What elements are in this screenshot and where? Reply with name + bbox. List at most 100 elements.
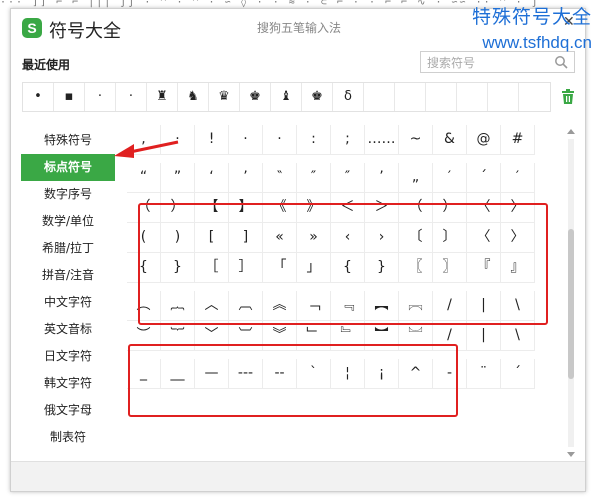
symbol-cell[interactable]: ` — [297, 359, 331, 389]
recent-symbol-cell[interactable] — [488, 83, 519, 111]
symbol-cell[interactable]: | — [467, 291, 501, 321]
symbol-cell[interactable]: 》 — [297, 193, 331, 223]
symbol-cell[interactable]: ［ — [195, 253, 229, 283]
sidebar-item[interactable]: 标点符号 — [21, 154, 115, 181]
symbol-cell[interactable]: ＞ — [365, 193, 399, 223]
search-input[interactable] — [421, 53, 541, 73]
recent-symbol-cell[interactable] — [426, 83, 457, 111]
search-box[interactable] — [420, 51, 575, 73]
symbol-cell[interactable]: \ — [501, 321, 535, 351]
recent-symbol-cell[interactable] — [457, 83, 488, 111]
symbol-cell[interactable]: 《 — [263, 193, 297, 223]
symbol-cell[interactable]: ︘ — [399, 321, 433, 351]
symbol-cell[interactable]: : — [297, 125, 331, 155]
symbol-cell[interactable]: ‶ — [263, 163, 297, 193]
recent-symbol-cell[interactable]: ♚ — [240, 83, 271, 111]
recent-symbol-cell[interactable]: · — [116, 83, 147, 111]
symbol-cell[interactable]: ＜ — [331, 193, 365, 223]
symbol-cell[interactable]: ″ — [297, 163, 331, 193]
symbol-cell[interactable]: ; — [331, 125, 365, 155]
symbol-cell[interactable]: › — [365, 223, 399, 253]
symbol-cell[interactable]: / — [433, 321, 467, 351]
symbol-cell[interactable]: （ — [399, 193, 433, 223]
recent-symbol-cell[interactable]: ♛ — [209, 83, 240, 111]
symbol-cell[interactable]: ︾ — [263, 321, 297, 351]
symbol-cell[interactable]: “ — [127, 163, 161, 193]
symbol-cell[interactable]: ︸ — [161, 321, 195, 351]
symbol-cell[interactable]: / — [433, 291, 467, 321]
symbol-cell[interactable]: # — [501, 125, 535, 155]
recent-symbol-cell[interactable]: ▪ — [54, 83, 85, 111]
symbol-cell[interactable]: ︽ — [263, 291, 297, 321]
symbol-cell[interactable]: ］ — [229, 253, 263, 283]
symbol-cell[interactable]: ’ — [365, 163, 399, 193]
recent-symbol-cell[interactable]: • — [23, 83, 54, 111]
symbol-cell[interactable]: ） — [433, 193, 467, 223]
recent-symbol-cell[interactable]: ♜ — [147, 83, 178, 111]
symbol-cell[interactable]: ︻ — [365, 291, 399, 321]
symbol-cell[interactable]: } — [161, 253, 195, 283]
sidebar-item[interactable]: 日文字符 — [21, 343, 115, 370]
symbol-cell[interactable]: ﹃ — [331, 291, 365, 321]
symbol-cell[interactable]: ﹀ — [195, 321, 229, 351]
symbol-cell[interactable]: ¡ — [365, 359, 399, 389]
symbol-cell[interactable]: „ — [399, 163, 433, 193]
symbol-cell[interactable]: 〉 — [501, 193, 535, 223]
symbol-cell[interactable]: ¨ — [467, 359, 501, 389]
symbol-cell[interactable]: ´ — [467, 163, 501, 193]
symbol-cell[interactable]: ︶ — [127, 321, 161, 351]
symbol-cell[interactable]: ︼ — [365, 321, 399, 351]
symbol-cell[interactable]: 〕 — [433, 223, 467, 253]
symbol-cell[interactable]: 〈 — [467, 223, 501, 253]
symbol-cell[interactable]: _ — [127, 359, 161, 389]
symbol-cell[interactable]: 】 — [229, 193, 263, 223]
symbol-cell[interactable]: ′ — [501, 163, 535, 193]
symbol-cell[interactable]: ¦ — [331, 359, 365, 389]
symbol-cell[interactable]: { — [331, 253, 365, 283]
symbol-cell[interactable]: · — [161, 125, 195, 155]
sidebar-item[interactable]: 韩文字符 — [21, 370, 115, 397]
symbol-cell[interactable]: | — [467, 321, 501, 351]
search-icon[interactable] — [554, 55, 568, 69]
symbol-cell[interactable]: ) — [161, 223, 195, 253]
symbol-cell[interactable]: 「 — [263, 253, 297, 283]
recent-symbol-cell[interactable]: ♝ — [271, 83, 302, 111]
sidebar-item[interactable]: 数学/单位 — [21, 208, 115, 235]
symbol-cell[interactable]: ﹄ — [331, 321, 365, 351]
symbol-cell[interactable]: ︗ — [399, 291, 433, 321]
symbol-cell[interactable]: 』 — [501, 253, 535, 283]
symbol-cell[interactable]: ] — [229, 223, 263, 253]
symbol-cell[interactable]: - — [433, 359, 467, 389]
symbol-cell[interactable]: 〗 — [433, 253, 467, 283]
symbol-cell[interactable]: ″ — [331, 163, 365, 193]
scroll-up-icon[interactable] — [567, 129, 575, 134]
sidebar-item[interactable]: 中文字符 — [21, 289, 115, 316]
symbol-cell[interactable]: --- — [229, 359, 263, 389]
symbol-cell[interactable]: ” — [161, 163, 195, 193]
symbol-cell[interactable]: » — [297, 223, 331, 253]
symbol-cell[interactable]: — — [195, 359, 229, 389]
symbol-cell[interactable]: ‘ — [195, 163, 229, 193]
symbol-cell[interactable]: · — [229, 125, 263, 155]
symbol-cell[interactable]: ︷ — [161, 291, 195, 321]
sidebar-item[interactable]: 制表符 — [21, 424, 115, 451]
symbol-cell[interactable]: 〈 — [467, 193, 501, 223]
symbol-cell[interactable]: @ — [467, 125, 501, 155]
scroll-down-icon[interactable] — [567, 452, 575, 457]
symbol-cell[interactable]: ﹁ — [297, 291, 331, 321]
symbol-cell[interactable]: -- — [263, 359, 297, 389]
symbol-cell[interactable]: 〔 — [399, 223, 433, 253]
recent-symbol-cell[interactable]: δ — [333, 83, 364, 111]
symbol-cell[interactable]: ~ — [399, 125, 433, 155]
symbol-cell[interactable]: __ — [161, 359, 195, 389]
recent-symbol-cell[interactable] — [364, 83, 395, 111]
symbol-cell[interactable]: 〉 — [501, 223, 535, 253]
sidebar-item[interactable]: 数字序号 — [21, 181, 115, 208]
symbol-cell[interactable]: ︿ — [195, 291, 229, 321]
symbol-cell[interactable]: « — [263, 223, 297, 253]
symbol-cell[interactable]: ︺ — [229, 321, 263, 351]
symbol-cell[interactable]: ‹ — [331, 223, 365, 253]
recent-symbol-cell[interactable]: ♚ — [302, 83, 333, 111]
recent-symbol-cell[interactable] — [519, 83, 550, 111]
recent-symbol-cell[interactable] — [395, 83, 426, 111]
